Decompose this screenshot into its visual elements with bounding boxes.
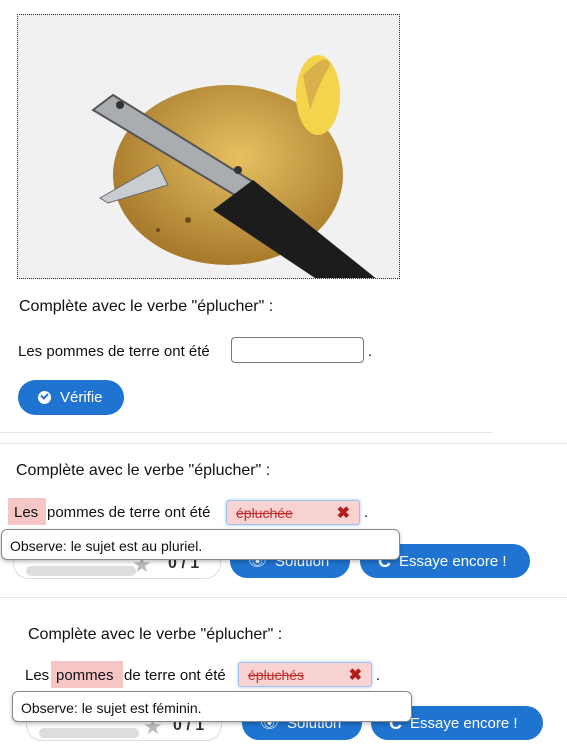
exercise2-subject: Les (14, 504, 39, 521)
hint-tooltip: Observe: le sujet est féminin. (12, 691, 412, 722)
exercise1-question: Complète avec le verbe "éplucher" : (19, 298, 274, 315)
check-circle-icon (38, 391, 51, 404)
check-button[interactable]: Vérifie (18, 380, 124, 415)
exercise3-sentence: de terre ont été (124, 667, 226, 684)
retry-button-label: Essaye encore ! (410, 714, 518, 732)
wrong-answer-text: épluchés (248, 667, 305, 683)
hint-text: Observe: le sujet est féminin. (21, 700, 202, 716)
hint-tooltip: Observe: le sujet est au pluriel. (1, 529, 400, 560)
close-icon: ✖ (348, 667, 362, 684)
close-icon: ✖ (336, 505, 350, 522)
potato-peeler-photo (17, 14, 400, 279)
exercise3-subject: pommes (56, 667, 114, 684)
exercise1-sentence: Les pommes de terre ont été (18, 343, 210, 360)
wrong-answer-field[interactable]: épluchés ✖ (238, 662, 372, 687)
potato-illustration (18, 15, 399, 278)
exercise3-period: . (376, 667, 381, 684)
answer-input[interactable] (231, 337, 364, 363)
exercise2-question: Complète avec le verbe "éplucher" : (16, 462, 271, 479)
section-divider (0, 443, 567, 444)
section-divider (0, 597, 567, 598)
retry-button-label: Essaye encore ! (399, 552, 507, 570)
wrong-answer-field[interactable]: épluchée ✖ (226, 500, 360, 525)
exercise1-period: . (368, 343, 373, 360)
score-bar (39, 728, 139, 738)
score-bar (26, 566, 136, 576)
hint-text: Observe: le sujet est au pluriel. (10, 538, 203, 554)
check-button-label: Vérifie (60, 389, 103, 406)
exercise2-period: . (364, 504, 369, 521)
exercise3-word: Les (25, 667, 50, 684)
exercise3-question: Complète avec le verbe "éplucher" : (28, 626, 283, 643)
wrong-answer-text: épluchée (236, 505, 293, 521)
exercise2-sentence: pommes de terre ont été (47, 504, 211, 521)
section-divider (0, 432, 493, 433)
